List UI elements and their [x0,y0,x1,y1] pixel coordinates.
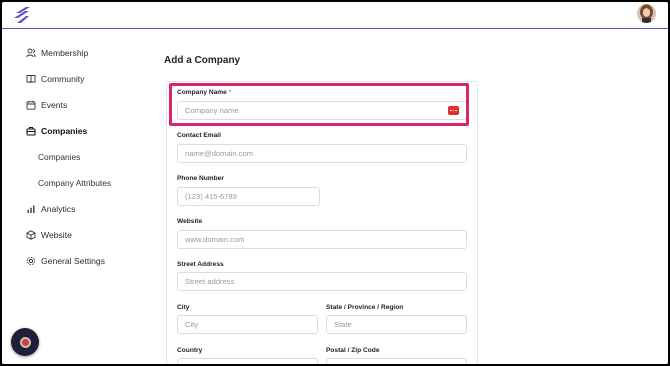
sidebar-subitem-company-attributes[interactable]: Company Attributes [38,178,111,188]
city-label: City [177,304,190,311]
gear-icon [26,256,36,266]
cube-icon [26,230,36,240]
website-label: Website [177,218,203,225]
sidebar-item-general-settings[interactable]: General Settings [26,253,105,269]
company-name-input[interactable] [177,101,467,120]
sidebar-item-website[interactable]: Website [26,227,72,243]
sidebar-item-label: Companies [41,126,88,136]
page-title: Add a Company [164,55,241,66]
company-name-label: Company Name * [177,89,232,96]
sidebar-item-events[interactable]: Events [26,97,67,113]
sidebar-item-analytics[interactable]: Analytics [26,201,75,217]
contact-email-input[interactable] [177,144,467,163]
calendar-icon [26,100,36,110]
sidebar-subitem-companies[interactable]: Companies [38,152,80,162]
phone-number-input[interactable] [177,187,320,206]
sidebar-item-label: General Settings [41,256,106,266]
chat-icon [19,336,31,348]
postal-code-input[interactable] [326,358,467,364]
street-address-input[interactable] [177,272,467,291]
sidebar-item-label: Analytics [41,204,76,214]
state-label: State / Province / Region [326,304,404,311]
city-input[interactable] [177,315,318,334]
app-window: Membership Community Events Companies Co… [2,2,668,364]
sidebar-item-companies[interactable]: Companies [26,123,87,139]
bar-chart-icon [26,204,36,214]
sidebar-item-label: Events [41,100,68,110]
autofill-icon[interactable] [448,106,459,115]
sidebar-item-membership[interactable]: Membership [26,45,88,61]
website-input[interactable] [177,230,467,249]
state-input[interactable] [326,315,467,334]
sidebar-item-label: Website [41,230,72,240]
sidebar-item-label: Community [41,74,85,84]
chat-launcher-button[interactable] [11,328,39,356]
country-label: Country [177,347,203,354]
street-address-label: Street Address [177,261,224,268]
country-input[interactable] [177,358,318,364]
main-content: Add a Company Company Name * Contact Ema… [142,30,668,364]
logo-icon[interactable] [13,6,33,24]
sidebar: Membership Community Events Companies Co… [2,30,142,364]
postal-code-label: Postal / Zip Code [326,347,380,354]
sidebar-item-label: Membership [41,48,89,58]
users-icon [26,48,36,58]
sidebar-item-community[interactable]: Community [26,71,84,87]
required-mark: * [228,89,232,96]
contact-email-label: Contact Email [177,132,221,139]
phone-number-label: Phone Number [177,175,224,182]
building-icon [26,126,36,136]
company-form: Company Name * Contact Email Phone Numbe… [166,81,478,364]
avatar[interactable] [637,4,656,23]
top-bar [2,2,668,29]
book-icon [26,74,36,84]
